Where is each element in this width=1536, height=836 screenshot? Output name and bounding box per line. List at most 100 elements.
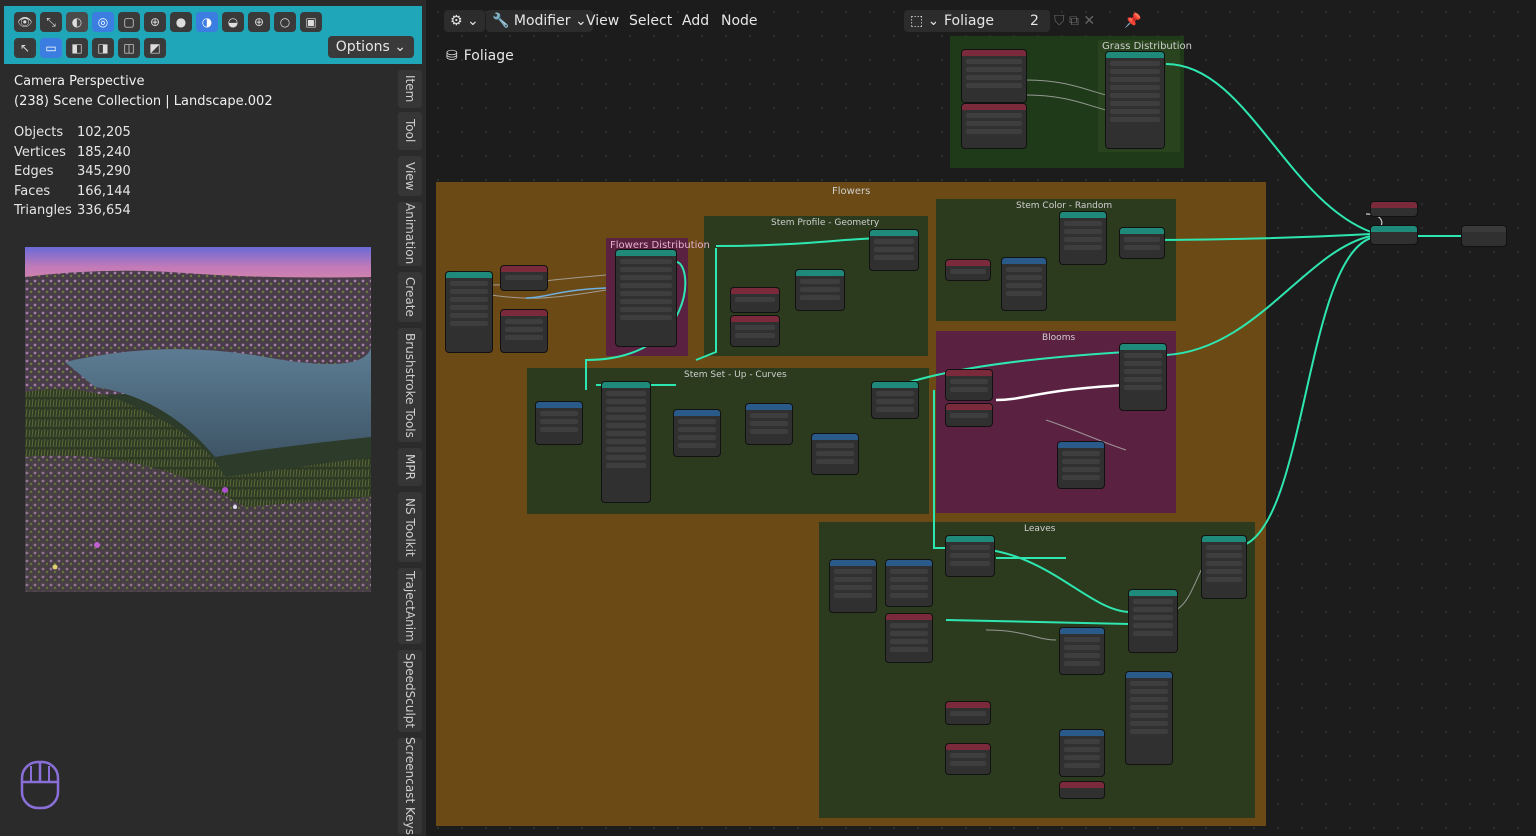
sidebar-tab-item[interactable]: Item xyxy=(398,70,422,108)
stat-value: 102,205 xyxy=(77,125,131,140)
node-curve-circle[interactable] xyxy=(796,270,844,310)
wireframe-shading-icon[interactable]: ⊕ xyxy=(144,12,166,32)
node-group-input[interactable] xyxy=(1060,782,1104,798)
camera-lock-icon[interactable]: ▣ xyxy=(300,12,322,32)
add-icon[interactable]: ⊕ xyxy=(248,12,270,32)
node-group-output[interactable] xyxy=(1462,226,1506,246)
frame-title-stem-profile: Stem Profile - Geometry xyxy=(771,218,880,228)
landscape-render-image xyxy=(25,247,371,592)
stat-value: 345,290 xyxy=(77,164,131,179)
stat-row: Triangles 336,654 xyxy=(14,201,273,221)
sidebar-tab-label: Screencast Keys xyxy=(403,737,417,835)
node-resample-curve[interactable] xyxy=(946,536,994,576)
select-extend-icon[interactable]: ◧ xyxy=(66,38,88,58)
node-random-value[interactable] xyxy=(830,560,876,612)
stat-row: Vertices 185,240 xyxy=(14,143,273,163)
node-math[interactable] xyxy=(536,402,582,444)
stat-row: Edges 345,290 xyxy=(14,162,273,182)
circle-icon[interactable]: ○ xyxy=(274,12,296,32)
overlay-toggle-icon[interactable]: ◐ xyxy=(66,12,88,32)
select-intersect-icon[interactable]: ◩ xyxy=(144,38,166,58)
node-group-input[interactable] xyxy=(1371,202,1417,216)
frame-title-grass-distribution: Grass Distribution xyxy=(1102,41,1192,52)
view-mode-label: Camera Perspective xyxy=(14,74,145,89)
node-random-value[interactable] xyxy=(1126,672,1172,764)
node-group-input[interactable] xyxy=(946,744,990,774)
node-math[interactable] xyxy=(812,434,858,474)
frame-title-stem-setup: Stem Set - Up - Curves xyxy=(684,370,787,380)
node-math[interactable] xyxy=(746,404,792,444)
stat-label: Triangles xyxy=(14,203,72,218)
node-group-input[interactable] xyxy=(946,702,990,724)
node-instance-on-points[interactable] xyxy=(1120,344,1166,410)
options-label: Options xyxy=(335,39,390,55)
sidebar-tab-speedsculpt[interactable]: SpeedSculpt xyxy=(398,650,422,732)
node-rotate-euler[interactable] xyxy=(1058,442,1104,488)
sidebar-tab-brushstroke-tools[interactable]: Brushstroke Tools xyxy=(398,328,422,442)
node-group-input[interactable] xyxy=(962,50,1026,102)
node-distribute-points[interactable] xyxy=(1106,52,1164,148)
gizmo-icon[interactable]: ⤡ xyxy=(40,12,62,32)
sidebar-tab-label: SpeedSculpt xyxy=(403,653,417,729)
node-resample-curve[interactable] xyxy=(602,382,650,502)
node-set-position[interactable] xyxy=(872,382,918,418)
viewport-panel: 👁 ⤡ ◐ ◎ ▢ ⊕ ● ◑ ◒ ⊕ ○ ▣ ↖ ▭ ◧ ◨ ◫ ◩ Opti… xyxy=(0,0,426,836)
node-join-geometry[interactable] xyxy=(1371,226,1417,244)
overlay-icon[interactable]: ◎ xyxy=(92,12,114,32)
xray-icon[interactable]: ▢ xyxy=(118,12,140,32)
select-invert-icon[interactable]: ◫ xyxy=(118,38,140,58)
node-map-range[interactable] xyxy=(674,410,720,456)
node-collection-info[interactable] xyxy=(886,614,932,662)
node-math[interactable] xyxy=(886,560,932,606)
node-integer-selection[interactable] xyxy=(946,370,992,400)
solid-shading-icon[interactable]: ● xyxy=(170,12,192,32)
node-spline-parameter[interactable] xyxy=(731,316,779,346)
select-box-icon[interactable]: ▭ xyxy=(40,38,62,58)
sidebar-tab-create[interactable]: Create xyxy=(398,272,422,322)
node-curve-to-mesh[interactable] xyxy=(870,230,918,270)
sidebar-tab-animation[interactable]: Animation xyxy=(398,202,422,266)
frame-title-leaves: Leaves xyxy=(1024,524,1056,534)
sidebar-tab-label: MPR xyxy=(403,454,417,480)
node-group-input[interactable] xyxy=(501,266,547,290)
sidebar-tab-label: Create xyxy=(403,277,417,317)
node-instance-on-points[interactable] xyxy=(1129,590,1177,652)
sidebar-tab-ns-toolkit[interactable]: NS Toolkit xyxy=(398,492,422,562)
node-realize-instances[interactable] xyxy=(1202,536,1246,598)
node-random-value[interactable] xyxy=(1002,258,1046,310)
sidebar-tab-tool[interactable]: Tool xyxy=(398,112,422,150)
node-editor[interactable]: ⚙ ⌄ 🔧 Modifier ⌄ View Select Add Node ⬚ … xyxy=(426,0,1536,836)
node-group-input[interactable] xyxy=(501,310,547,352)
node-store-attribute[interactable] xyxy=(1060,212,1106,264)
options-dropdown[interactable]: Options ⌄ xyxy=(327,36,414,58)
node-rotate-euler[interactable] xyxy=(1060,730,1104,776)
sidebar-tab-label: TrajectAnim xyxy=(403,570,417,642)
sidebar-tab-mpr[interactable]: MPR xyxy=(398,448,422,486)
select-cursor-icon[interactable]: ↖ xyxy=(14,38,36,58)
frame-title-flowers: Flowers xyxy=(832,186,871,197)
viewport-header-row-bottom: ↖ ▭ ◧ ◨ ◫ ◩ xyxy=(14,36,166,60)
node-group-input[interactable] xyxy=(731,288,779,312)
select-subtract-icon[interactable]: ◨ xyxy=(92,38,114,58)
node-random-value[interactable] xyxy=(1060,628,1104,674)
stat-row: Faces 166,144 xyxy=(14,182,273,202)
sidebar-tab-screencast-keys[interactable]: Screencast Keys xyxy=(398,737,422,835)
stat-label: Vertices xyxy=(14,144,66,160)
node-set-material[interactable] xyxy=(1120,228,1164,258)
material-shading-icon[interactable]: ◑ xyxy=(196,12,218,32)
rendered-shading-icon[interactable]: ◒ xyxy=(222,12,244,32)
frame-title-stem-color: Stem Color - Random xyxy=(1016,201,1113,211)
node-distribute-points[interactable] xyxy=(616,250,676,346)
sidebar-tab-view[interactable]: View xyxy=(398,156,422,196)
mouse-input-icon xyxy=(20,760,60,810)
stat-label: Edges xyxy=(14,164,54,179)
node-white-noise[interactable] xyxy=(946,260,990,280)
sidebar-tab-trajectanim[interactable]: TrajectAnim xyxy=(398,568,422,644)
node-group-input[interactable] xyxy=(946,404,992,426)
node-curve-line[interactable] xyxy=(446,272,492,352)
stat-label: Objects xyxy=(14,125,64,140)
visibility-icon[interactable]: 👁 xyxy=(14,12,36,32)
node-group-input[interactable] xyxy=(962,104,1026,148)
camera-render-view[interactable] xyxy=(25,247,371,592)
stat-value: 185,240 xyxy=(77,144,131,160)
